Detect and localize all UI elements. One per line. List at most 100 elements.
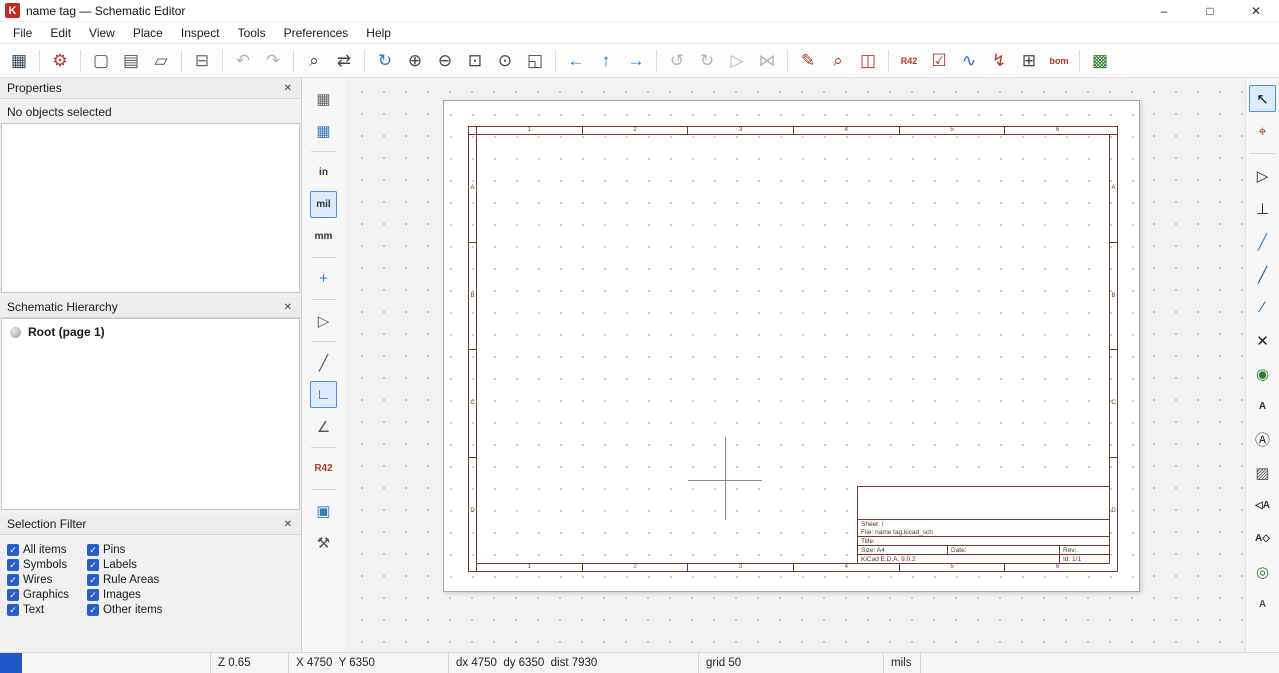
annotate-auto-toggle[interactable]: R42 bbox=[310, 455, 337, 482]
menu-preferences[interactable]: Preferences bbox=[275, 23, 358, 43]
menu-file[interactable]: File bbox=[4, 23, 41, 43]
grid-overrides-toggle[interactable]: ▦ bbox=[310, 117, 337, 144]
find-replace-button[interactable]: ⇄ bbox=[330, 47, 358, 75]
schematic-canvas[interactable]: 123456 123456 ABCD ABCD Sheet: / File: n… bbox=[345, 78, 1245, 652]
properties-content bbox=[1, 123, 300, 293]
checkbox-checked-icon[interactable] bbox=[7, 589, 19, 601]
menu-inspect[interactable]: Inspect bbox=[172, 23, 229, 43]
hierarchy-root-item[interactable]: Root (page 1) bbox=[2, 319, 299, 345]
units-mils-toggle[interactable]: mil bbox=[310, 191, 337, 218]
filter-symbols[interactable]: Symbols bbox=[7, 559, 87, 571]
net-label-tool[interactable]: A bbox=[1249, 393, 1276, 420]
zoom-out-button[interactable]: ⊖ bbox=[431, 47, 459, 75]
plot-button[interactable]: ▱ bbox=[147, 47, 175, 75]
bus-entry-tool[interactable]: ∕ bbox=[1249, 294, 1276, 321]
zoom-fit-button[interactable]: ⊡ bbox=[461, 47, 489, 75]
global-label-tool[interactable]: ◁A bbox=[1249, 492, 1276, 519]
close-icon[interactable]: ✕ bbox=[282, 302, 294, 313]
nav-back-button[interactable]: ← bbox=[562, 47, 590, 75]
line-mode-45-button[interactable]: ∠ bbox=[310, 413, 337, 440]
filter-wires[interactable]: Wires bbox=[7, 574, 87, 586]
units-mm-toggle[interactable]: mm bbox=[310, 223, 337, 250]
mirror-h-button[interactable]: ▷ bbox=[723, 47, 751, 75]
checkbox-checked-icon[interactable] bbox=[7, 544, 19, 556]
text-box-tool[interactable]: A bbox=[1249, 591, 1276, 618]
rotate-ccw-button[interactable]: ↺ bbox=[663, 47, 691, 75]
properties-empty-message: No objects selected bbox=[0, 99, 301, 123]
checkbox-checked-icon[interactable] bbox=[87, 604, 99, 616]
print-button[interactable]: ▤ bbox=[117, 47, 145, 75]
rotate-cw-button[interactable]: ↻ bbox=[693, 47, 721, 75]
filter-all-items[interactable]: All items bbox=[7, 544, 87, 556]
redo-button[interactable]: ↷ bbox=[259, 47, 287, 75]
hierarchy-navigator-toggle[interactable]: ▣ bbox=[310, 497, 337, 524]
find-button[interactable]: ⌕ bbox=[300, 47, 328, 75]
checkbox-checked-icon[interactable] bbox=[7, 559, 19, 571]
close-icon[interactable]: ✕ bbox=[282, 519, 294, 530]
junction-tool[interactable]: ◉ bbox=[1249, 360, 1276, 387]
maximize-button[interactable]: □ bbox=[1187, 0, 1233, 22]
rule-area-tool[interactable]: ▨ bbox=[1249, 459, 1276, 486]
menu-tools[interactable]: Tools bbox=[229, 23, 275, 43]
hidden-pins-toggle[interactable]: ▷ bbox=[310, 307, 337, 334]
filter-other-items[interactable]: Other items bbox=[87, 604, 297, 616]
filter-images[interactable]: Images bbox=[87, 589, 297, 601]
checkbox-checked-icon[interactable] bbox=[87, 559, 99, 571]
checkbox-checked-icon[interactable] bbox=[87, 574, 99, 586]
fields-table-button[interactable]: ⊞ bbox=[1015, 47, 1043, 75]
bus-tool[interactable]: ╱ bbox=[1249, 261, 1276, 288]
hierarchical-sheet-tool[interactable]: ◎ bbox=[1249, 558, 1276, 585]
undo-button[interactable]: ↶ bbox=[229, 47, 257, 75]
bom-button[interactable]: bom bbox=[1045, 47, 1073, 75]
line-mode-free-button[interactable]: ╱ bbox=[310, 349, 337, 376]
nav-forward-button[interactable]: → bbox=[622, 47, 650, 75]
save-button[interactable]: ▦ bbox=[5, 47, 33, 75]
sim-probe-button[interactable]: ↯ bbox=[985, 47, 1013, 75]
mirror-v-button[interactable]: ⋈ bbox=[753, 47, 781, 75]
checkbox-checked-icon[interactable] bbox=[7, 574, 19, 586]
schematic-setup-button[interactable]: ⚙ bbox=[46, 47, 74, 75]
zoom-in-button[interactable]: ⊕ bbox=[401, 47, 429, 75]
select-tool[interactable]: ↖ bbox=[1249, 85, 1276, 112]
annotate-button[interactable]: R42 bbox=[895, 47, 923, 75]
hierarchical-label-tool[interactable]: A◇ bbox=[1249, 525, 1276, 552]
symbol-browser-button[interactable]: ⌕ bbox=[824, 47, 852, 75]
place-symbol-tool[interactable]: ▷ bbox=[1249, 162, 1276, 189]
highlight-net-tool[interactable]: ⌖ bbox=[1249, 118, 1276, 145]
close-button[interactable]: ✕ bbox=[1233, 0, 1279, 22]
properties-panel-toggle[interactable]: ⚒ bbox=[310, 529, 337, 556]
zoom-selection-button[interactable]: ◱ bbox=[521, 47, 549, 75]
pcb-editor-button[interactable]: ▩ bbox=[1086, 47, 1114, 75]
menu-view[interactable]: View bbox=[80, 23, 124, 43]
cursor-shape-toggle[interactable]: + bbox=[310, 265, 337, 292]
line-mode-90-button[interactable]: ∟ bbox=[310, 381, 337, 408]
simulator-button[interactable]: ∿ bbox=[955, 47, 983, 75]
paste-button[interactable]: ⊟ bbox=[188, 47, 216, 75]
nav-up-button[interactable]: ↑ bbox=[592, 47, 620, 75]
filter-graphics[interactable]: Graphics bbox=[7, 589, 87, 601]
netclass-directive-tool[interactable]: Ⓐ bbox=[1249, 426, 1276, 453]
wire-tool[interactable]: ╱ bbox=[1249, 228, 1276, 255]
menu-edit[interactable]: Edit bbox=[41, 23, 80, 43]
checkbox-checked-icon[interactable] bbox=[87, 544, 99, 556]
menu-help[interactable]: Help bbox=[357, 23, 400, 43]
grid-visibility-toggle[interactable]: ▦ bbox=[310, 85, 337, 112]
page-settings-button[interactable]: ▢ bbox=[87, 47, 115, 75]
place-power-tool[interactable]: ⊥ bbox=[1249, 195, 1276, 222]
refresh-button[interactable]: ↻ bbox=[371, 47, 399, 75]
units-inches-toggle[interactable]: in bbox=[310, 159, 337, 186]
checkbox-checked-icon[interactable] bbox=[7, 604, 19, 616]
filter-pins[interactable]: Pins bbox=[87, 544, 297, 556]
close-icon[interactable]: ✕ bbox=[282, 83, 294, 94]
filter-text[interactable]: Text bbox=[7, 604, 87, 616]
filter-rule-areas[interactable]: Rule Areas bbox=[87, 574, 297, 586]
zoom-objects-button[interactable]: ⊙ bbox=[491, 47, 519, 75]
footprint-assign-button[interactable]: ◫ bbox=[854, 47, 882, 75]
filter-labels[interactable]: Labels bbox=[87, 559, 297, 571]
checkbox-checked-icon[interactable] bbox=[87, 589, 99, 601]
symbol-editor-button[interactable]: ✎ bbox=[794, 47, 822, 75]
erc-button[interactable]: ☑ bbox=[925, 47, 953, 75]
no-connect-tool[interactable]: ✕ bbox=[1249, 327, 1276, 354]
menu-place[interactable]: Place bbox=[124, 23, 172, 43]
minimize-button[interactable]: – bbox=[1141, 0, 1187, 22]
